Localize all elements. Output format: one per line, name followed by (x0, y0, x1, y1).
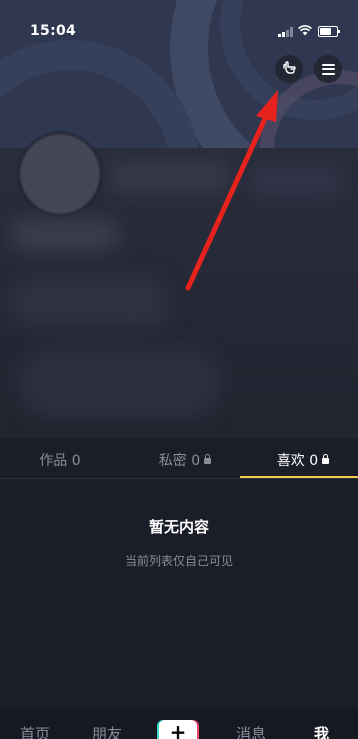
tab-label: 喜欢 0 (276, 453, 319, 469)
active-tab-indicator (240, 476, 358, 478)
tab-label: 作品 0 (39, 453, 81, 469)
profile-screen: 15:04 作品 0 私密 0 喜欢 0 暂无内容 当前列表仅自己可见 首页 朋… (0, 0, 358, 739)
empty-state-title: 暂无内容 (148, 518, 209, 536)
status-bar: 15:04 (0, 16, 358, 46)
tab-works[interactable]: 作品 0 (20, 444, 100, 478)
hamburger-menu-icon (321, 63, 335, 75)
blurred-text-block (10, 278, 170, 328)
blurred-text-block (110, 162, 230, 192)
tab-label: 私密 0 (158, 453, 201, 469)
nav-home[interactable]: 首页 (20, 723, 50, 739)
hand-pointer-button[interactable] (275, 55, 303, 83)
profile-tabs: 作品 0 私密 0 喜欢 0 (0, 444, 358, 478)
menu-button[interactable] (314, 55, 342, 83)
lock-icon (322, 454, 330, 464)
lock-icon (204, 454, 212, 464)
plus-icon: + (169, 720, 187, 739)
battery-icon (318, 26, 340, 37)
status-time: 15:04 (30, 23, 77, 39)
blurred-text-block (250, 168, 340, 194)
avatar[interactable] (18, 132, 102, 216)
tab-private[interactable]: 私密 0 (140, 444, 230, 478)
bottom-nav: 首页 朋友 + 消息 我 (0, 709, 358, 739)
create-post-button[interactable]: + (159, 720, 197, 739)
wifi-icon (298, 25, 312, 39)
tab-likes[interactable]: 喜欢 0 (258, 444, 348, 478)
tab-divider (0, 478, 358, 479)
blurred-text-block (10, 218, 120, 252)
blurred-text-block (20, 348, 220, 418)
nav-friends[interactable]: 朋友 (92, 723, 122, 739)
nav-messages[interactable]: 消息 (236, 723, 266, 739)
empty-state-subtitle: 当前列表仅自己可见 (124, 554, 233, 568)
nav-me[interactable]: 我 (314, 723, 329, 739)
hand-pointer-icon (281, 59, 297, 79)
signal-icon (278, 27, 296, 37)
